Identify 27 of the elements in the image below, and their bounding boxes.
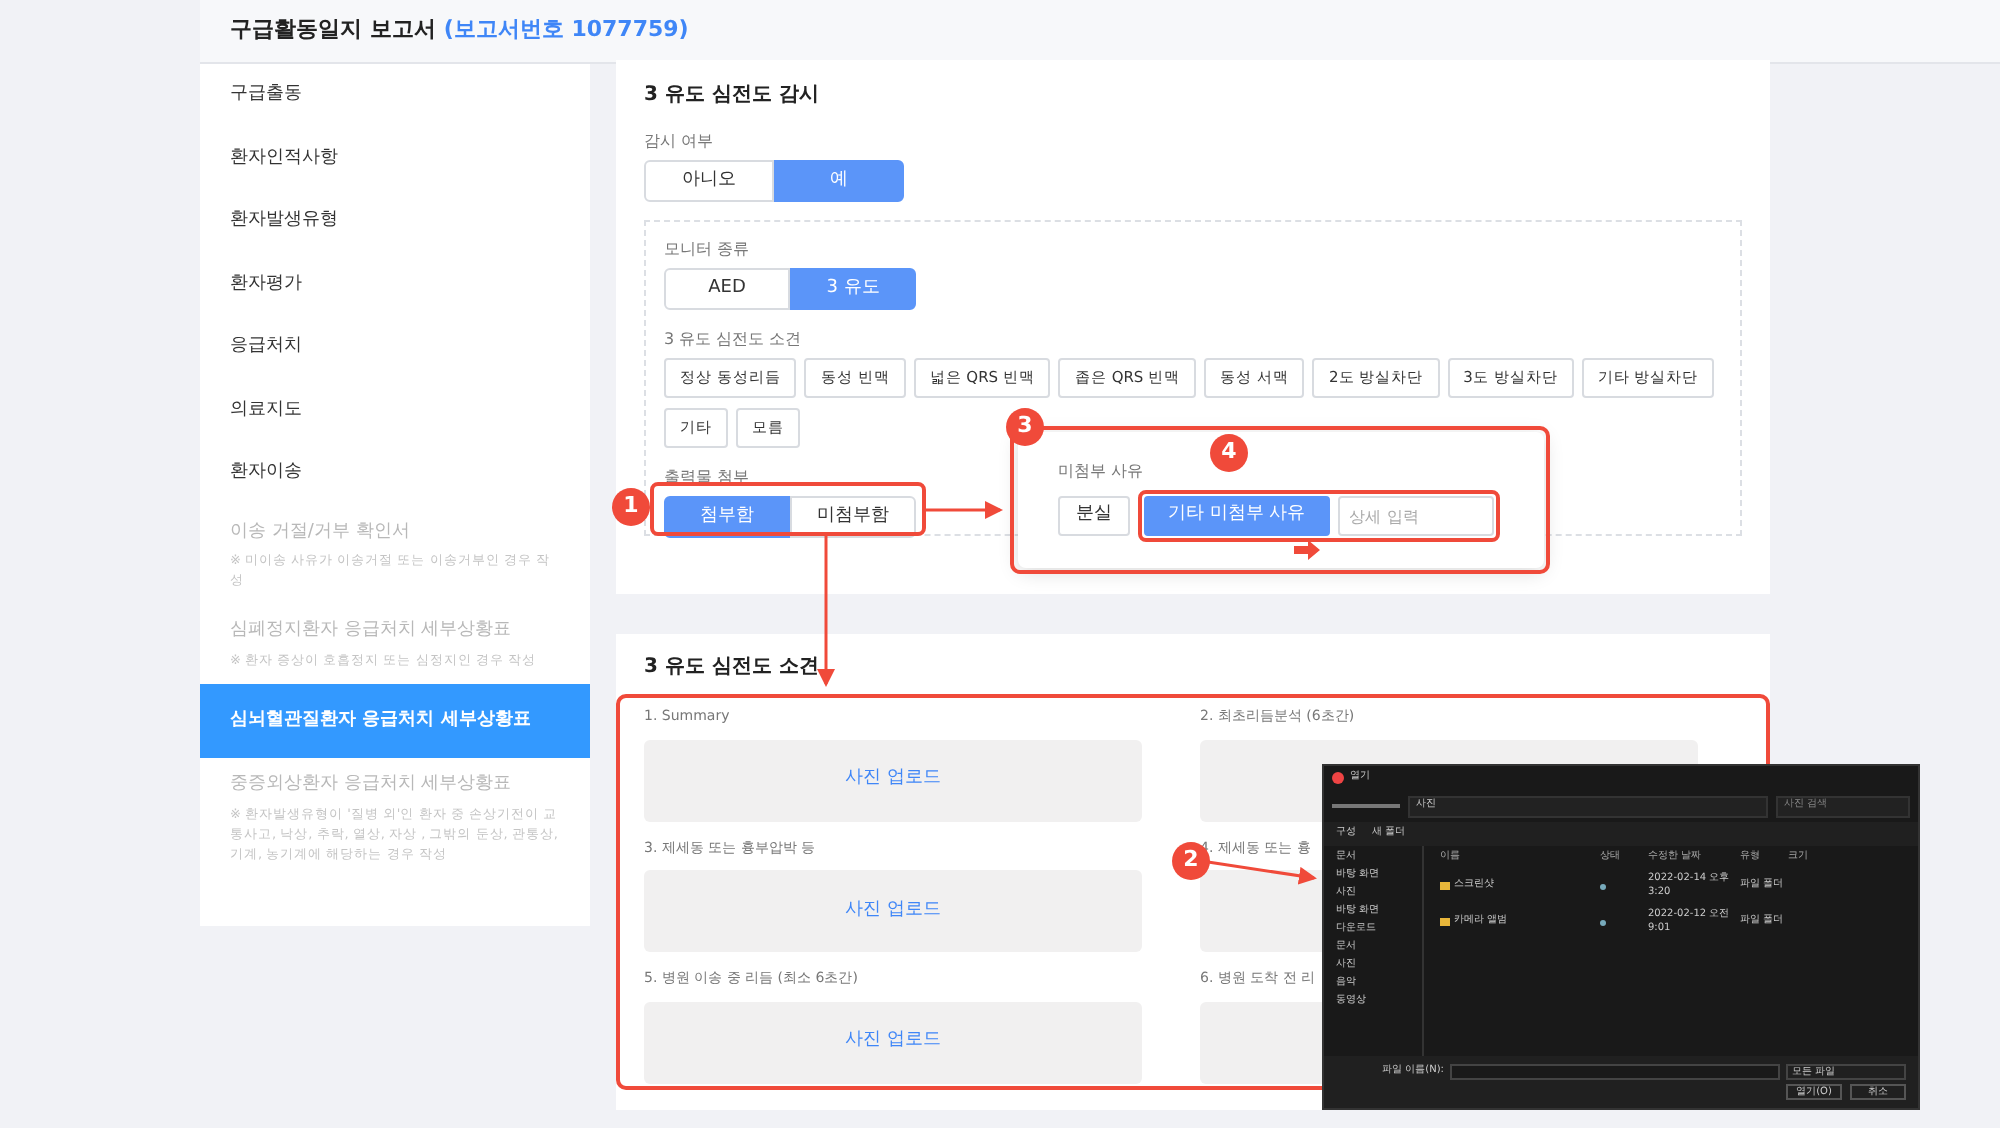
folder-icon <box>1440 882 1450 890</box>
sync-icon <box>1600 919 1606 925</box>
toggle-option[interactable]: AED <box>664 268 790 310</box>
sidebar-item[interactable]: 응급처치 <box>200 316 590 379</box>
section-title: 3 유도 심전도 감시 <box>644 82 821 110</box>
field-label: 감시 여부 <box>644 130 716 154</box>
filename-field[interactable] <box>1450 1064 1780 1080</box>
folder-icon <box>1440 918 1450 926</box>
sidebar-item[interactable]: 구급출동 <box>200 64 590 127</box>
sync-icon <box>1600 883 1606 889</box>
field-label: 모니터 종류 <box>664 238 752 262</box>
report-title: 구급활동일지 보고서 <box>230 14 436 47</box>
sidebar-item[interactable]: 환자인적사항 <box>200 127 590 190</box>
toggle-option[interactable]: 아니오 <box>644 160 774 202</box>
sidebar-item[interactable]: 의료지도 <box>200 379 590 442</box>
reason-option[interactable]: 분실 <box>1058 496 1130 536</box>
section-title: 3 유도 심전도 소견 <box>644 654 821 682</box>
toggle-option[interactable]: 미첨부함 <box>790 496 916 538</box>
sidebar-item[interactable]: 환자발생유형 <box>200 190 590 253</box>
arrow <box>926 501 1003 519</box>
detail-input[interactable]: 상세 입력 <box>1337 496 1494 536</box>
field-label: 3 유도 심전도 소견 <box>664 328 804 352</box>
report-number: (보고서번호 1077759) <box>443 14 689 47</box>
sidebar-item[interactable]: 환자평가 <box>200 253 590 316</box>
sidebar-item[interactable]: 환자이송 <box>200 442 590 505</box>
field-label: 미첨부 사유 <box>1058 460 1146 484</box>
browser-icon <box>1332 772 1344 784</box>
